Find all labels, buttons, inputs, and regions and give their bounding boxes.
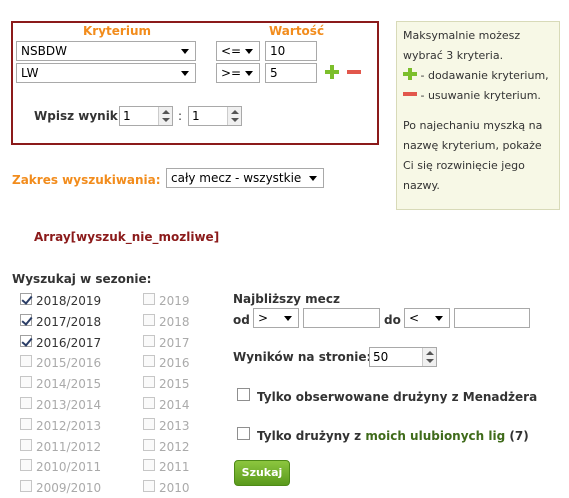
criterion-select-2[interactable]: LW — [16, 63, 196, 83]
result-home-stepper[interactable]: 1 — [119, 106, 173, 126]
remove-criterion-icon[interactable] — [347, 70, 361, 74]
favorite-only-label: Tylko drużyny z moich ulubionych lig (7) — [257, 429, 529, 443]
season-checkbox-right-3[interactable] — [143, 355, 155, 367]
arrow-down-icon[interactable] — [162, 118, 170, 122]
chevron-down-icon — [181, 71, 189, 76]
season-checkbox-right-6[interactable] — [143, 418, 155, 430]
season-label-right-8: 2011 — [159, 460, 190, 474]
season-label-right-0: 2019 — [159, 294, 190, 308]
add-criterion-icon[interactable] — [325, 65, 339, 79]
seasons-title: Wyszukaj w sezonie: — [12, 272, 152, 286]
season-label-left-9: 2009/2010 — [36, 481, 102, 495]
criteria-panel — [11, 21, 379, 145]
season-checkbox-left-5[interactable] — [20, 397, 32, 409]
season-label-left-2: 2016/2017 — [36, 336, 102, 350]
arrow-up-icon[interactable] — [426, 351, 434, 355]
season-label-right-7: 2012 — [159, 440, 190, 454]
season-label-left-3: 2015/2016 — [36, 356, 102, 370]
scope-select[interactable]: cały mecz - wszystkie — [166, 168, 324, 188]
operator-select-2[interactable]: >= — [216, 63, 260, 83]
plus-icon — [403, 68, 417, 80]
result-separator: : — [178, 109, 183, 123]
results-per-page-stepper[interactable]: 50 — [369, 347, 437, 367]
value-input-2[interactable]: 5 — [265, 63, 317, 83]
season-checkbox-right-9[interactable] — [143, 480, 155, 492]
favorite-only-prefix: Tylko drużyny z — [257, 429, 366, 443]
favorite-leagues-link[interactable]: moich ulubionych lig — [365, 429, 505, 443]
scope-label: Zakres wyszukiwania: — [12, 173, 161, 187]
season-checkbox-left-7[interactable] — [20, 439, 32, 451]
arrow-up-icon[interactable] — [162, 110, 170, 114]
nearest-from-input[interactable] — [303, 308, 380, 328]
chevron-down-icon — [245, 71, 253, 76]
chevron-down-icon — [181, 49, 189, 54]
info-add-line: - dodawanie kryterium, — [403, 66, 553, 86]
season-label-left-4: 2014/2015 — [36, 377, 102, 391]
season-label-left-1: 2017/2018 — [36, 315, 102, 329]
arrow-down-icon[interactable] — [426, 359, 434, 363]
chevron-down-icon — [245, 49, 253, 54]
season-checkbox-left-1[interactable] — [20, 314, 32, 326]
chevron-down-icon — [284, 316, 292, 321]
season-checkbox-left-9[interactable] — [20, 480, 32, 492]
season-label-right-1: 2018 — [159, 315, 190, 329]
arrow-down-icon[interactable] — [231, 118, 239, 122]
season-checkbox-right-5[interactable] — [143, 397, 155, 409]
error-text: Array[wyszuk_nie_mozliwe] — [34, 230, 220, 244]
info-hover-text: Po najechaniu myszką na nazwę kryterium,… — [403, 119, 543, 192]
value-input-1[interactable]: 10 — [265, 41, 317, 61]
season-label-left-6: 2012/2013 — [36, 419, 102, 433]
season-label-right-4: 2015 — [159, 377, 190, 391]
season-checkbox-right-8[interactable] — [143, 459, 155, 471]
season-checkbox-right-2[interactable] — [143, 335, 155, 347]
info-remove-line: - usuwanie kryterium. — [403, 86, 553, 106]
value-header: Wartość — [269, 24, 325, 38]
info-panel: Maksymalnie możesz wybrać 3 kryteria. - … — [396, 21, 560, 210]
season-checkbox-left-4[interactable] — [20, 376, 32, 388]
season-checkbox-right-7[interactable] — [143, 439, 155, 451]
info-remove-text: - usuwanie kryterium. — [417, 89, 541, 102]
season-checkbox-right-1[interactable] — [143, 314, 155, 326]
season-label-right-5: 2014 — [159, 398, 190, 412]
result-label: Wpisz wynik — [34, 109, 118, 123]
minus-icon — [403, 92, 417, 96]
watched-only-label: Tylko obserwowane drużyny z Menadżera — [257, 390, 538, 404]
nearest-to-label: do — [384, 313, 401, 327]
season-label-right-6: 2013 — [159, 419, 190, 433]
criterion-header: Kryterium — [83, 24, 151, 38]
info-add-text: - dodawanie kryterium, — [417, 69, 549, 82]
nearest-to-operator[interactable]: < — [404, 308, 450, 328]
season-checkbox-left-3[interactable] — [20, 355, 32, 367]
season-checkbox-left-0[interactable] — [20, 293, 32, 305]
season-label-left-8: 2010/2011 — [36, 460, 102, 474]
season-checkbox-left-8[interactable] — [20, 459, 32, 471]
criterion-select-1[interactable]: NSBDW — [16, 41, 196, 61]
chevron-down-icon — [435, 316, 443, 321]
operator-select-1[interactable]: <= — [216, 41, 260, 61]
season-checkbox-left-2[interactable] — [20, 335, 32, 347]
nearest-to-input[interactable] — [454, 308, 530, 328]
search-button[interactable]: Szukaj — [234, 460, 290, 486]
season-label-left-7: 2011/2012 — [36, 440, 102, 454]
nearest-from-operator[interactable]: > — [253, 308, 299, 328]
season-label-left-5: 2013/2014 — [36, 398, 102, 412]
season-label-left-0: 2018/2019 — [36, 294, 102, 308]
season-checkbox-left-6[interactable] — [20, 418, 32, 430]
favorite-count: (7) — [505, 429, 529, 443]
season-label-right-9: 2010 — [159, 481, 190, 495]
result-away-stepper[interactable]: 1 — [188, 106, 242, 126]
season-label-right-3: 2016 — [159, 356, 190, 370]
watched-only-checkbox[interactable] — [237, 388, 250, 401]
season-checkbox-right-0[interactable] — [143, 293, 155, 305]
nearest-from-label: od — [233, 313, 250, 327]
nearest-title: Najbliższy mecz — [233, 292, 340, 306]
season-checkbox-right-4[interactable] — [143, 376, 155, 388]
chevron-down-icon — [309, 176, 317, 181]
favorite-only-checkbox[interactable] — [237, 427, 250, 440]
info-max-text: Maksymalnie możesz wybrać 3 kryteria. — [403, 29, 521, 62]
season-label-right-2: 2017 — [159, 336, 190, 350]
arrow-up-icon[interactable] — [231, 110, 239, 114]
results-per-page-label: Wyników na stronie: — [233, 350, 372, 364]
